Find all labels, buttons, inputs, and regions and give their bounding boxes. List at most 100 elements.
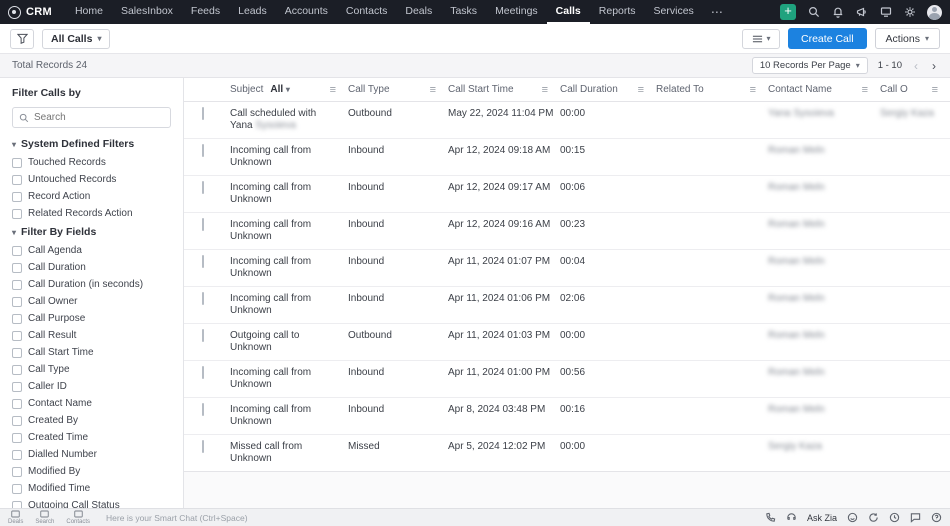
filter-checkbox-item[interactable]: Outgoing Call Status (12, 500, 171, 508)
filter-search-input[interactable] (34, 112, 154, 123)
table-row[interactable]: Missed call from Unknown Missed Apr 5, 2… (184, 435, 950, 471)
row-checkbox[interactable] (202, 255, 204, 268)
filter-checkbox-item[interactable]: Caller ID (12, 381, 171, 392)
column-menu-icon[interactable]: ≡ (926, 84, 938, 96)
nav-tab[interactable]: Feeds (182, 0, 229, 24)
subject-cell[interactable]: Incoming call from Unknown (230, 361, 348, 397)
filter-checkbox-item[interactable]: Call Type (12, 364, 171, 375)
checkbox[interactable] (12, 432, 22, 443)
filter-checkbox-item[interactable]: Touched Records (12, 157, 171, 168)
filter-checkbox-item[interactable]: Call Result (12, 330, 171, 341)
nav-tab[interactable]: SalesInbox (112, 0, 182, 24)
filter-checkbox-item[interactable]: Untouched Records (12, 174, 171, 185)
search-icon[interactable] (807, 6, 820, 19)
list-view-toggle[interactable]: ▾ (742, 28, 781, 49)
quick-access-item[interactable]: Contacts (66, 510, 90, 525)
help-icon[interactable] (931, 512, 942, 523)
filter-checkbox-item[interactable]: Related Records Action (12, 208, 171, 219)
subject-cell[interactable]: Incoming call from Unknown (230, 176, 348, 212)
column-header[interactable]: Subject All ▾ ≡ (230, 84, 348, 96)
nav-tab[interactable]: Tasks (441, 0, 486, 24)
checkbox[interactable] (12, 262, 22, 273)
announcement-icon[interactable] (855, 6, 868, 19)
row-checkbox[interactable] (202, 292, 204, 305)
table-row[interactable]: Incoming call from Unknown Inbound Apr 1… (184, 213, 950, 250)
subject-filter-dropdown[interactable]: All ▾ (270, 84, 290, 95)
checkbox[interactable] (12, 466, 22, 477)
next-page-button[interactable]: › (930, 59, 938, 73)
column-header[interactable]: Call Type ≡ (348, 84, 448, 96)
headset-icon[interactable] (786, 512, 797, 523)
phone-icon[interactable] (765, 512, 776, 523)
checkbox[interactable] (12, 313, 22, 324)
nav-tab[interactable]: Meetings (486, 0, 547, 24)
nav-tab[interactable]: Services (645, 0, 703, 24)
checkbox[interactable] (12, 296, 22, 307)
filter-checkbox-item[interactable]: Modified By (12, 466, 171, 477)
checkbox[interactable] (12, 330, 22, 341)
table-row[interactable]: Call scheduled with Yana Sysoieva Outbou… (184, 102, 950, 139)
section-system-defined-filters[interactable]: ▾ System Defined Filters (12, 138, 171, 150)
filter-search-box[interactable] (12, 107, 171, 128)
checkbox[interactable] (12, 157, 22, 168)
smiley-icon[interactable] (847, 512, 858, 523)
brand[interactable]: CRM (8, 5, 52, 19)
filter-checkbox-item[interactable]: Call Agenda (12, 245, 171, 256)
subject-cell[interactable]: Call scheduled with Yana Sysoieva (230, 102, 348, 138)
checkbox[interactable] (12, 245, 22, 256)
nav-tab[interactable]: Deals (396, 0, 441, 24)
filter-checkbox-item[interactable]: Modified Time (12, 483, 171, 494)
row-checkbox[interactable] (202, 218, 204, 231)
quick-access-item[interactable]: Deals (8, 510, 23, 525)
filter-checkbox-item[interactable]: Created By (12, 415, 171, 426)
column-menu-icon[interactable]: ≡ (424, 84, 436, 96)
subject-cell[interactable]: Incoming call from Unknown (230, 287, 348, 323)
row-checkbox[interactable] (202, 329, 204, 342)
filter-checkbox-item[interactable]: Record Action (12, 191, 171, 202)
filter-checkbox-item[interactable]: Created Time (12, 432, 171, 443)
quick-access-item[interactable]: Search (35, 510, 54, 525)
checkbox[interactable] (12, 347, 22, 358)
checkbox[interactable] (12, 279, 22, 290)
subject-cell[interactable]: Outgoing call to Unknown (230, 324, 348, 360)
checkbox[interactable] (12, 415, 22, 426)
checkbox[interactable] (12, 449, 22, 460)
row-checkbox[interactable] (202, 403, 204, 416)
records-per-page-dropdown[interactable]: 10 Records Per Page ▾ (751, 57, 868, 74)
table-row[interactable]: Incoming call from Unknown Inbound Apr 1… (184, 139, 950, 176)
row-checkbox[interactable] (202, 366, 204, 379)
chat-bubble-icon[interactable] (910, 512, 921, 523)
checkbox[interactable] (12, 398, 22, 409)
column-menu-icon[interactable]: ≡ (536, 84, 548, 96)
checkbox[interactable] (12, 364, 22, 375)
filter-checkbox-item[interactable]: Call Duration (in seconds) (12, 279, 171, 290)
notifications-bell-icon[interactable] (831, 6, 844, 19)
checkbox[interactable] (12, 500, 22, 508)
table-row[interactable]: Incoming call from Unknown Inbound Apr 8… (184, 398, 950, 435)
filter-checkbox-item[interactable]: Contact Name (12, 398, 171, 409)
column-header[interactable]: Call O ≡ (880, 84, 950, 96)
filter-checkbox-item[interactable]: Call Purpose (12, 313, 171, 324)
filter-checkbox-item[interactable]: Call Owner (12, 296, 171, 307)
subject-cell[interactable]: Missed call from Unknown (230, 435, 348, 471)
display-settings-icon[interactable] (879, 6, 892, 19)
actions-button[interactable]: Actions ▾ (874, 28, 940, 49)
subject-cell[interactable]: Incoming call from Unknown (230, 213, 348, 249)
checkbox[interactable] (12, 174, 22, 185)
table-row[interactable]: Outgoing call to Unknown Outbound Apr 11… (184, 324, 950, 361)
nav-tab[interactable]: Accounts (276, 0, 337, 24)
subject-cell[interactable]: Incoming call from Unknown (230, 139, 348, 175)
more-tabs-icon[interactable]: ⋯ (703, 5, 731, 19)
prev-page-button[interactable]: ‹ (912, 59, 920, 73)
subject-cell[interactable]: Incoming call from Unknown (230, 398, 348, 434)
user-avatar[interactable] (927, 4, 942, 20)
nav-tab[interactable]: Contacts (337, 0, 396, 24)
nav-tab[interactable]: Leads (229, 0, 276, 24)
nav-tab[interactable]: Calls (546, 0, 590, 24)
column-menu-icon[interactable]: ≡ (744, 84, 756, 96)
checkbox[interactable] (12, 483, 22, 494)
column-menu-icon[interactable]: ≡ (324, 84, 336, 96)
column-header[interactable]: Call Start Time ≡ (448, 84, 560, 96)
history-clock-icon[interactable] (889, 512, 900, 523)
column-header[interactable]: Contact Name ≡ (768, 84, 880, 96)
